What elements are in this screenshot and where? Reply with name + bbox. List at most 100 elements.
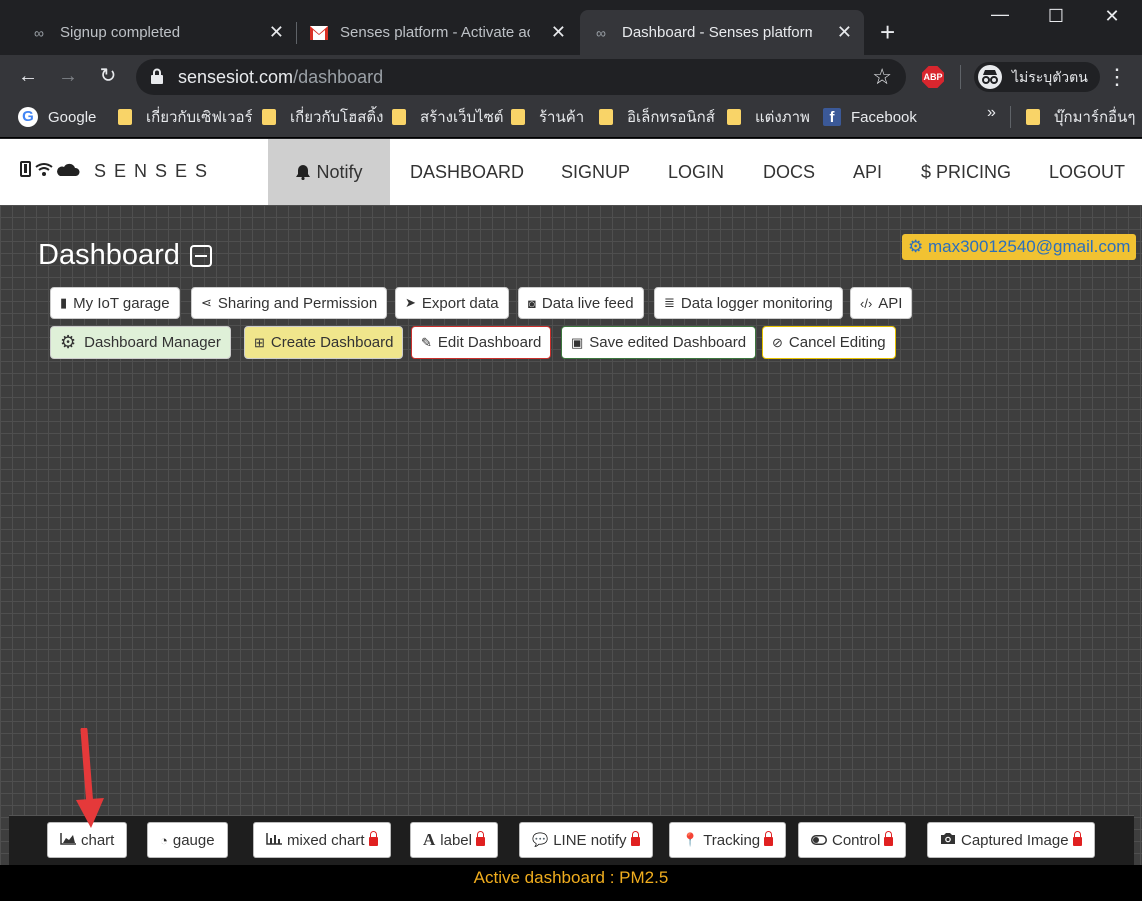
share-icon: ⋖ — [201, 295, 212, 310]
create-dashboard-button[interactable]: ⊞ Create Dashboard — [244, 326, 404, 359]
export-data-button[interactable]: ➤ Export data — [395, 287, 509, 319]
bookmark-star-icon[interactable]: ☆ — [872, 64, 892, 90]
url-host: sensesiot.com — [178, 67, 294, 87]
gmail-icon — [310, 24, 328, 42]
add-gauge-widget-button[interactable]: ◔ gauge — [147, 822, 228, 858]
folder-icon — [1026, 109, 1040, 125]
bookmark-item[interactable]: f Facebook — [823, 106, 917, 128]
rss-icon: ◙ — [528, 295, 536, 311]
data-live-feed-button[interactable]: ◙ Data live feed — [518, 287, 644, 319]
edit-icon: ✎ — [421, 334, 432, 350]
bookmark-label: Facebook — [851, 108, 917, 126]
database-icon: ≣ — [664, 295, 675, 310]
add-mixed-chart-widget-button[interactable]: mixed chart — [253, 822, 391, 858]
bookmark-folder[interactable]: อิเล็กทรอนิกส์ — [599, 106, 715, 128]
more-menu-icon[interactable]: ⋮ — [1106, 64, 1128, 90]
reload-icon[interactable]: ↻ — [94, 62, 122, 90]
lock-icon — [764, 830, 774, 846]
bookmark-folder[interactable]: เกี่ยวกับเซิฟเวอร์ — [118, 106, 253, 128]
bookmarks-overflow-icon[interactable]: » — [987, 104, 996, 122]
close-icon[interactable]: ✕ — [551, 22, 566, 42]
page-title: Dashboard — [38, 239, 212, 272]
annotation-arrow-icon — [76, 728, 104, 828]
window-close-icon[interactable]: ✕ — [1100, 6, 1124, 27]
tab-divider — [296, 22, 297, 44]
bookmark-folder[interactable]: แต่งภาพ — [727, 106, 810, 128]
button-label: Save edited Dashboard — [589, 334, 747, 351]
nav-logout[interactable]: LOGOUT — [1049, 139, 1125, 205]
button-label: API — [878, 294, 903, 312]
widget-label: Tracking — [703, 831, 761, 849]
button-label: Data live feed — [541, 294, 634, 312]
sharing-permission-button[interactable]: ⋖ Sharing and Permission — [191, 287, 388, 319]
address-bar[interactable]: sensesiot.com/dashboard ☆ — [136, 59, 906, 95]
new-tab-icon[interactable]: + — [880, 18, 895, 46]
dashboard-manager-button[interactable]: ⚙ Dashboard Manager — [50, 326, 231, 359]
back-icon[interactable]: ← — [14, 62, 42, 90]
edit-dashboard-button[interactable]: ✎ Edit Dashboard — [411, 326, 552, 359]
brand-logo[interactable]: SENSES — [20, 161, 215, 182]
maximize-icon[interactable]: ☐ — [1044, 6, 1068, 27]
dashboard-title: Dashboard — [38, 239, 180, 271]
add-control-widget-button[interactable]: Control — [798, 822, 907, 858]
nav-pricing[interactable]: $ PRICING — [921, 139, 1011, 205]
lock-icon — [1072, 830, 1082, 846]
button-label: Edit Dashboard — [437, 334, 542, 351]
mobile-icon: ▮ — [60, 295, 68, 310]
ban-icon: ⊘ — [772, 334, 783, 350]
data-logger-monitoring-button[interactable]: ≣ Data logger monitoring — [654, 287, 843, 319]
cancel-editing-button[interactable]: ⊘ Cancel Editing — [762, 326, 896, 359]
folder-icon — [599, 109, 613, 125]
browser-tab[interactable]: ∞ Signup completed ✕ — [18, 10, 296, 55]
active-dashboard-status: Active dashboard : PM2.5 — [0, 865, 1142, 901]
button-label: My IoT garage — [73, 294, 170, 312]
nav-signup[interactable]: SIGNUP — [561, 139, 630, 205]
lock-icon — [630, 830, 640, 846]
add-line-notify-widget-button[interactable]: 💬 LINE notify — [519, 822, 653, 858]
collapse-icon[interactable] — [189, 244, 212, 267]
my-iot-garage-button[interactable]: ▮ My IoT garage — [50, 287, 180, 319]
incognito-profile-button[interactable]: ไม่ระบุตัวตน — [974, 62, 1100, 92]
bookmark-folder[interactable]: ร้านค้า — [511, 106, 584, 128]
infinity-icon: ∞ — [34, 24, 44, 41]
add-tracking-widget-button[interactable]: 📍 Tracking — [669, 822, 787, 858]
area-chart-icon — [60, 832, 76, 848]
widget-label: Control — [832, 831, 881, 849]
bookmark-label: เกี่ยวกับโฮสติ้ง — [290, 109, 384, 126]
bookmark-folder[interactable]: เกี่ยวกับโฮสติ้ง — [262, 106, 383, 128]
close-icon[interactable]: ✕ — [837, 22, 852, 42]
gear-icon: ⚙ — [908, 237, 924, 256]
plus-square-icon: ⊞ — [254, 334, 265, 350]
code-icon: ‹/› — [860, 295, 873, 311]
nav-dashboard[interactable]: DASHBOARD — [410, 139, 524, 205]
bookmark-label: เกี่ยวกับเซิฟเวอร์ — [146, 109, 253, 126]
widget-label: chart — [81, 831, 115, 849]
lock-icon — [475, 830, 485, 846]
save-edited-dashboard-button[interactable]: ▣ Save edited Dashboard — [561, 326, 757, 359]
browser-tab-active[interactable]: ∞ Dashboard - Senses platform | ✕ — [580, 10, 864, 55]
close-icon[interactable]: ✕ — [269, 22, 284, 42]
nav-notify[interactable]: Notify — [268, 139, 390, 205]
folder-icon — [118, 109, 132, 125]
browser-tab-strip: ∞ Signup completed ✕ Senses platform - A… — [0, 0, 1142, 55]
bookmark-item[interactable]: G Google — [18, 106, 96, 128]
nav-docs[interactable]: DOCS — [763, 139, 815, 205]
minimize-icon[interactable]: — — [988, 4, 1012, 25]
bookmark-folder[interactable]: สร้างเว็บไซต์ — [392, 106, 504, 128]
forward-icon[interactable]: → — [54, 62, 82, 90]
url-path: /dashboard — [293, 67, 384, 87]
user-account-badge[interactable]: ⚙ max30012540@gmail.com — [902, 234, 1137, 260]
browser-tab[interactable]: Senses platform - Activate acco ✕ — [298, 10, 578, 55]
add-captured-image-widget-button[interactable]: Captured Image — [927, 822, 1095, 858]
infinity-icon: ∞ — [596, 24, 606, 41]
folder-icon — [727, 109, 741, 125]
nav-login[interactable]: LOGIN — [668, 139, 724, 205]
toolbar-divider — [960, 65, 961, 89]
other-bookmarks[interactable]: บุ๊กมาร์กอื่นๆ — [1026, 106, 1135, 128]
dollar-icon: $ — [921, 162, 937, 182]
add-label-widget-button[interactable]: Alabel — [410, 822, 498, 858]
user-email: max30012540@gmail.com — [927, 237, 1131, 256]
bookmarks-bar: G Google เกี่ยวกับเซิฟเวอร์ เกี่ยวกับโฮสต… — [0, 98, 1142, 138]
api-button[interactable]: ‹/› API — [850, 287, 913, 319]
nav-api[interactable]: API — [853, 139, 882, 205]
